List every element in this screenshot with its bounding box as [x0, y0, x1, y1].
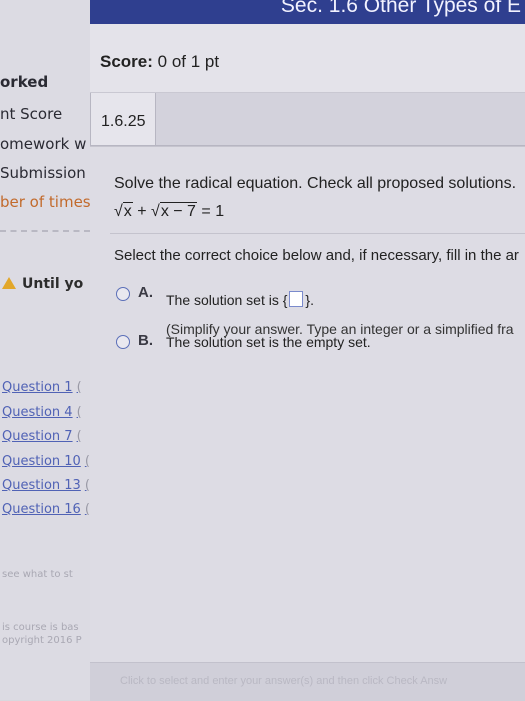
- plus-sign: +: [137, 203, 147, 220]
- question-link-1[interactable]: Question 1(: [2, 380, 82, 395]
- question-link-4[interactable]: Question 4(: [2, 405, 82, 420]
- choice-b-text: The solution set is the empty set.: [166, 334, 371, 350]
- question-prompt: Solve the radical equation. Check all pr…: [114, 175, 517, 192]
- question-content: Solve the radical equation. Check all pr…: [90, 146, 525, 701]
- score-label: Score:: [100, 52, 153, 71]
- choice-a-text: The solution set is {}.: [166, 291, 314, 308]
- radicand-2: x − 7: [159, 202, 197, 220]
- section-title: Sec. 1.6 Other Types of E: [280, 0, 521, 17]
- sidebar-item-homework: omework w: [0, 135, 87, 153]
- main-panel: Score: 0 of 1 pt 1.6.25 Solve the radica…: [90, 24, 525, 701]
- score-row: Score: 0 of 1 pt: [90, 24, 525, 93]
- header-bar: Sec. 1.6 Other Types of E: [90, 0, 525, 24]
- sidebar-item-score: nt Score: [0, 105, 63, 123]
- choice-instruction: Select the correct choice below and, if …: [114, 247, 519, 264]
- until-warning: Until yo: [2, 276, 83, 292]
- score-value: 0 of 1 pt: [157, 52, 220, 71]
- equals-rhs: = 1: [201, 203, 225, 220]
- choice-b-radio[interactable]: [116, 335, 130, 349]
- sidebar-divider: [0, 230, 90, 232]
- sqrt-symbol: √: [114, 203, 123, 220]
- sidebar-item-times[interactable]: ber of times: [0, 193, 90, 211]
- question-number: 1.6.25: [101, 113, 146, 130]
- question-link-13[interactable]: Question 13(: [2, 478, 90, 493]
- question-link-7[interactable]: Question 7(: [2, 429, 82, 444]
- footer-bar: Click to select and enter your answer(s)…: [90, 662, 525, 701]
- course-note: is course is bas: [2, 622, 79, 633]
- question-number-box: 1.6.25: [90, 93, 156, 146]
- sidebar-item-submission: Submission: [0, 164, 86, 182]
- answer-input-box[interactable]: [289, 291, 304, 307]
- choice-a-letter: A.: [138, 284, 153, 301]
- radical-equation: √x + √x − 7 = 1: [114, 202, 225, 221]
- question-link-16[interactable]: Question 16(: [2, 502, 90, 517]
- sidebar-item-worked: orked: [0, 73, 49, 91]
- question-link-10[interactable]: Question 10(: [2, 454, 90, 469]
- choice-a-radio[interactable]: [116, 287, 130, 301]
- copyright-note: opyright 2016 P: [2, 635, 82, 646]
- footer-instruction: Click to select and enter your answer(s)…: [120, 675, 448, 687]
- see-what-text: see what to st: [2, 569, 73, 580]
- warning-icon: [2, 277, 16, 289]
- choice-b-letter: B.: [138, 332, 153, 349]
- score-display: Score: 0 of 1 pt: [100, 52, 219, 72]
- radicand-1: x: [122, 202, 133, 220]
- question-header-fill: [156, 93, 525, 146]
- content-divider: [110, 233, 525, 234]
- sqrt-symbol-2: √: [151, 203, 160, 220]
- until-label: Until yo: [22, 276, 84, 292]
- sidebar: orked nt Score omework w Submission ber …: [0, 0, 90, 700]
